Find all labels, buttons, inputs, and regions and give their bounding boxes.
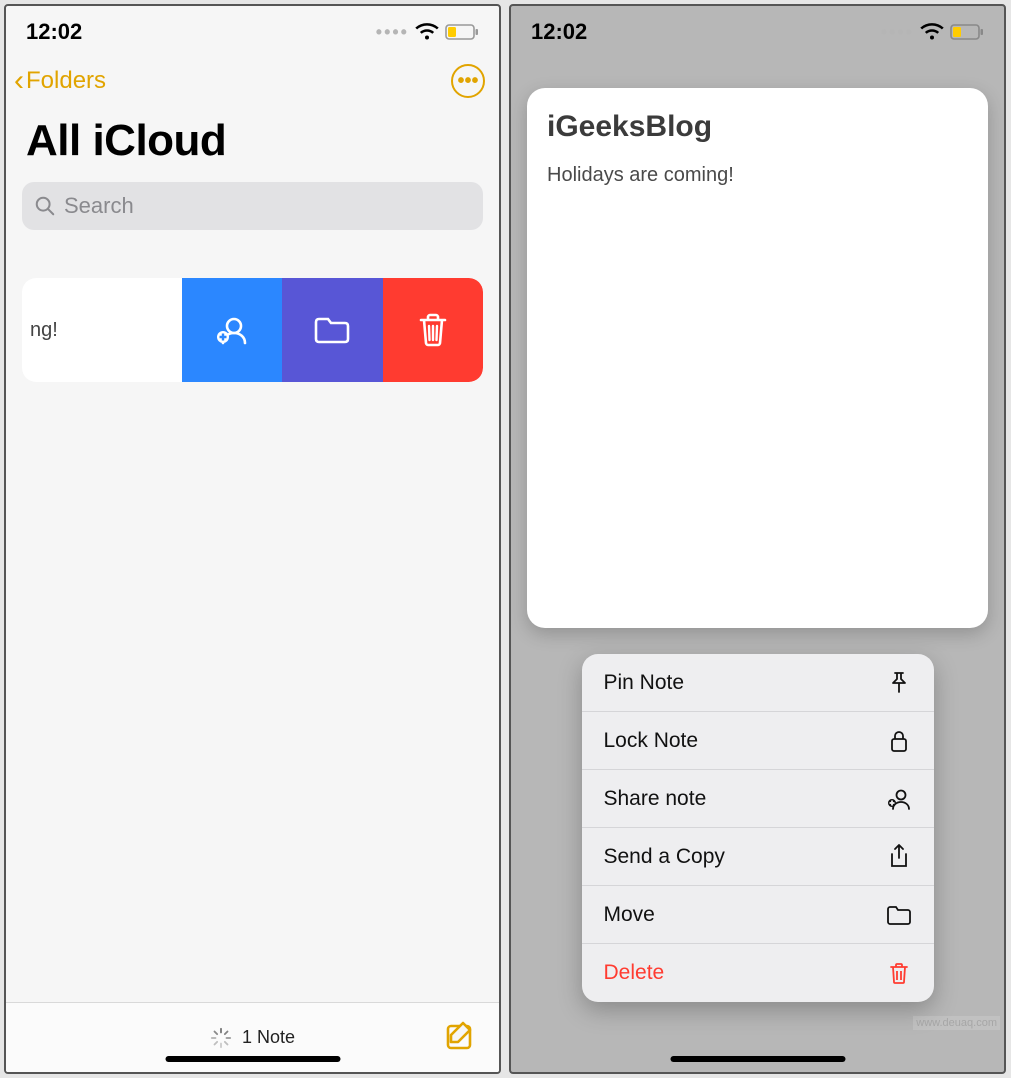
compose-button[interactable] [445, 1019, 477, 1056]
status-bar: 12:02 •••• [511, 6, 1004, 58]
wifi-icon [920, 23, 944, 41]
trash-icon [886, 960, 912, 986]
menu-send-copy[interactable]: Send a Copy [582, 828, 934, 886]
phone-left: 12:02 •••• ‹ Folders ••• All iCloud Sear… [4, 4, 501, 1074]
note-body: Holidays are coming! [547, 164, 968, 187]
menu-pin-note[interactable]: Pin Note [582, 654, 934, 712]
status-time: 12:02 [26, 19, 82, 45]
share-collaborate-icon [886, 786, 912, 812]
swipe-delete-button[interactable] [383, 278, 483, 382]
context-menu: Pin Note Lock Note Share note Send a Cop… [582, 654, 934, 1002]
note-row-swiped[interactable]: ng! [22, 278, 483, 382]
share-sheet-icon [886, 844, 912, 870]
count-label: 1 Note [242, 1027, 295, 1048]
menu-move[interactable]: Move [582, 886, 934, 944]
status-dots-icon: •••• [881, 22, 914, 43]
swipe-move-button[interactable] [282, 278, 382, 382]
compose-icon [445, 1019, 477, 1051]
trash-icon [416, 310, 450, 350]
note-excerpt: ng! [30, 319, 58, 342]
note-count: 1 Note [210, 1027, 295, 1049]
folder-icon [886, 902, 912, 928]
status-time: 12:02 [531, 19, 587, 45]
share-collaborate-icon [212, 310, 252, 350]
menu-lock-note[interactable]: Lock Note [582, 712, 934, 770]
home-indicator[interactable] [165, 1056, 340, 1062]
back-label: Folders [26, 67, 106, 95]
ellipsis-icon: ••• [457, 70, 478, 93]
menu-label: Pin Note [604, 671, 685, 695]
notes-list: ng! [6, 230, 499, 1002]
menu-delete[interactable]: Delete [582, 944, 934, 1002]
menu-label: Lock Note [604, 729, 699, 753]
search-input[interactable]: Search [22, 182, 483, 230]
status-indicators: •••• [881, 22, 984, 43]
note-title: iGeeksBlog [547, 110, 968, 144]
menu-label: Send a Copy [604, 845, 725, 869]
note-preview-card[interactable]: iGeeksBlog Holidays are coming! [527, 88, 988, 628]
folder-icon [312, 313, 352, 347]
status-indicators: •••• [376, 22, 479, 43]
chevron-left-icon: ‹ [14, 66, 24, 96]
menu-label: Delete [604, 961, 665, 985]
home-indicator[interactable] [670, 1056, 845, 1062]
spinner-icon [210, 1027, 232, 1049]
more-button[interactable]: ••• [451, 64, 485, 98]
status-bar: 12:02 •••• [6, 6, 499, 58]
pin-icon [886, 670, 912, 696]
phone-right: 12:02 •••• iGeeksBlog Holidays are comin… [509, 4, 1006, 1074]
menu-label: Move [604, 903, 655, 927]
menu-share-note[interactable]: Share note [582, 770, 934, 828]
search-icon [34, 195, 56, 217]
menu-label: Share note [604, 787, 707, 811]
back-button[interactable]: ‹ Folders [14, 66, 106, 96]
battery-low-icon [445, 24, 479, 40]
nav-bar: ‹ Folders ••• [6, 58, 499, 102]
lock-icon [886, 728, 912, 754]
search-placeholder: Search [64, 193, 134, 219]
battery-low-icon [950, 24, 984, 40]
watermark: www.deuaq.com [913, 1016, 1000, 1030]
status-dots-icon: •••• [376, 22, 409, 43]
swipe-share-button[interactable] [182, 278, 282, 382]
page-title: All iCloud [6, 102, 499, 176]
note-content-partial[interactable]: ng! [22, 278, 182, 382]
wifi-icon [415, 23, 439, 41]
